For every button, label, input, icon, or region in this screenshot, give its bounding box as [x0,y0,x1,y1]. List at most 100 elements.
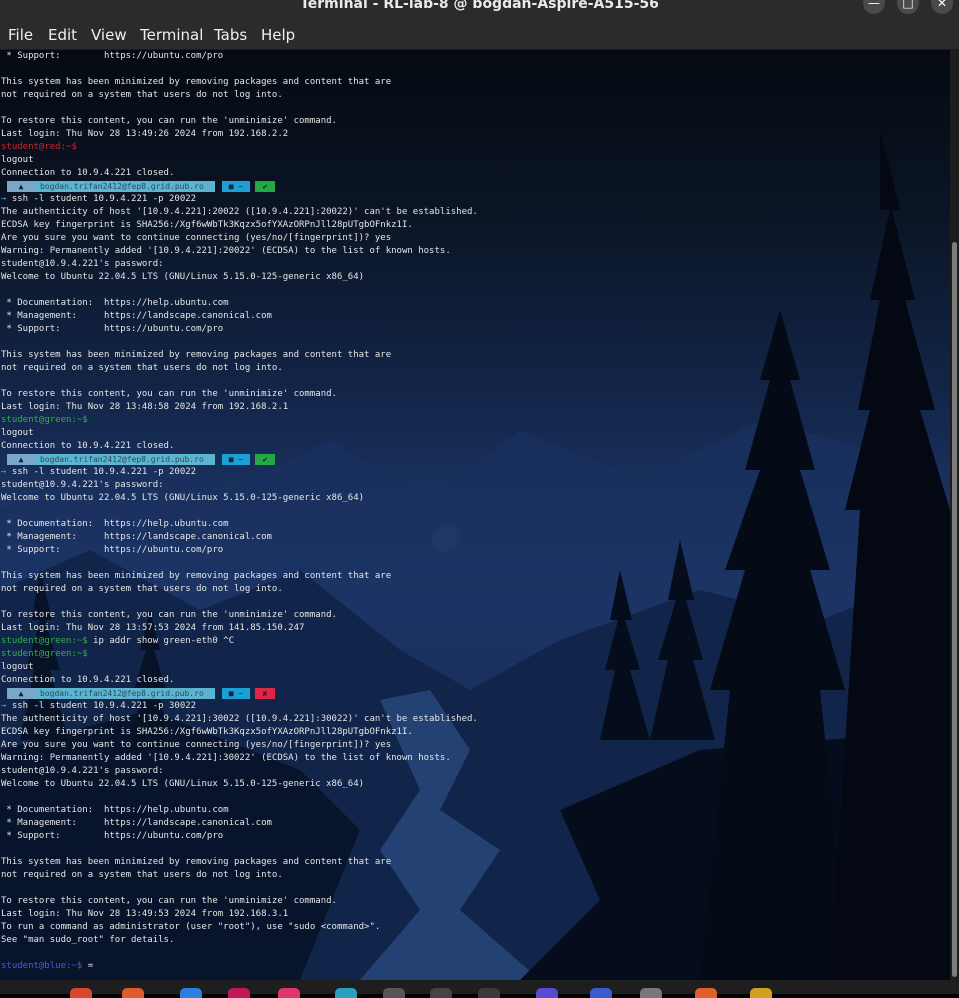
os-logo-icon: ▲ [7,688,35,699]
dock-app-icon[interactable] [430,988,452,998]
shell-prompt-line: student@red:~$ [1,141,478,154]
command-line: → ssh -l student 10.9.4.221 -p 20022 [1,193,478,206]
output-line: Connection to 10.9.4.221 closed. [1,168,175,178]
output-line: Warning: Permanently added '[10.9.4.221]… [1,246,451,256]
output-line: not required on a system that users do n… [1,363,283,373]
output-line: logout [1,428,34,438]
prompt-arrow-icon: → [1,194,12,204]
output-line: * Support: https://ubuntu.com/pro [1,51,224,61]
output-line: To restore this content, you can run the… [1,116,337,126]
menu-help[interactable]: Help [261,26,295,44]
output-line: ECDSA key fingerprint is SHA256:/Xgf6wWb… [1,727,413,737]
os-logo-icon: ▲ [7,454,35,465]
folder-icon: ■ [228,455,239,464]
output-line: Last login: Thu Nov 28 13:48:58 2024 fro… [1,402,289,412]
output-line: Welcome to Ubuntu 22.04.5 LTS (GNU/Linux… [1,272,365,282]
window-title: Terminal - RL-lab-8 @ bogdan-Aspire-A515… [300,0,659,12]
command-text: ssh -l student 10.9.4.221 -p 30022 [11,701,197,711]
menu-view[interactable]: View [91,26,127,44]
status-ok-icon: ✔ [255,454,275,465]
output-line: Are you sure you want to continue connec… [1,233,392,243]
dock-app-icon[interactable] [536,988,558,998]
output-line: not required on a system that users do n… [1,584,283,594]
output-line: student@10.9.4.221's password: [1,766,164,776]
directory-label: ~ [238,182,244,191]
powerline-user-host: bogdan.trifan2412@fep8.grid.pub.ro [35,181,215,192]
shell-prompt-line: student@green:~$ [1,414,478,427]
powerline-user-host: bogdan.trifan2412@fep8.grid.pub.ro [35,454,215,465]
output-line: student@10.9.4.221's password: [1,259,164,269]
output-line: See "man sudo_root" for details. [1,935,175,945]
output-line: * Documentation: https://help.ubuntu.com [1,298,229,308]
output-line: student@10.9.4.221's password: [1,480,164,490]
powerline-prompt: ▲ bogdan.trifan2412@fep8.grid.pub.ro ■ ~ ✘ [1,687,478,700]
output-line: * Management: https://landscape.canonica… [1,532,272,542]
scrollbar-thumb[interactable] [952,242,957,977]
output-line: logout [1,662,34,672]
dock-app-icon[interactable] [478,988,500,998]
folder-icon: ■ [228,689,239,698]
output-line: Last login: Thu Nov 28 13:49:26 2024 fro… [1,129,289,139]
shell-prompt: student@green:~$ [1,649,88,659]
output-line: This system has been minimized by removi… [1,77,392,87]
os-logo-icon: ▲ [7,181,35,192]
menu-file[interactable]: File [8,26,33,44]
prompt-arrow-icon: → [1,467,12,477]
dock-app-icon[interactable] [180,988,202,998]
powerline-directory: ■ ~ [222,181,250,192]
dock-app-icon[interactable] [383,988,405,998]
status-fail-icon: ✘ [255,688,275,699]
output-line: * Management: https://landscape.canonica… [1,818,272,828]
command-line: → ssh -l student 10.9.4.221 -p 30022 [1,700,478,713]
dock-app-icon[interactable] [228,988,250,998]
output-line: Last login: Thu Nov 28 13:57:53 2024 fro… [1,623,305,633]
output-line: * Documentation: https://help.ubuntu.com [1,805,229,815]
output-line: Are you sure you want to continue connec… [1,740,392,750]
powerline-prompt: ▲ bogdan.trifan2412@fep8.grid.pub.ro ■ ~ ✔ [1,180,478,193]
output-line: Last login: Thu Nov 28 13:49:53 2024 fro… [1,909,289,919]
dock-app-icon[interactable] [695,988,717,998]
status-ok-icon: ✔ [255,181,275,192]
shell-prompt-line: student@green:~$ [1,648,478,661]
terminal-area[interactable]: * Support: https://ubuntu.com/pro This sy… [0,50,950,980]
powerline-directory: ■ ~ [222,688,250,699]
output-line: logout [1,155,34,165]
folder-icon: ■ [228,182,239,191]
output-line: * Management: https://landscape.canonica… [1,311,272,321]
dock-app-icon[interactable] [640,988,662,998]
output-line: ECDSA key fingerprint is SHA256:/Xgf6wWb… [1,220,413,230]
menu-tabs[interactable]: Tabs [214,26,247,44]
menu-terminal[interactable]: Terminal [140,26,203,44]
output-line: This system has been minimized by removi… [1,857,392,867]
shell-prompt-line: student@green:~$ ip addr show green-eth0… [1,635,478,648]
output-line: * Support: https://ubuntu.com/pro [1,324,224,334]
dock-app-icon[interactable] [335,988,357,998]
output-line: To run a command as administrator (user … [1,922,381,932]
dock-app-icon[interactable] [750,988,772,998]
dock-app-icon[interactable] [590,988,612,998]
shell-prompt: student@blue:~$ [1,961,83,971]
dock-app-icon[interactable] [70,988,92,998]
output-line: * Support: https://ubuntu.com/pro [1,545,224,555]
dock-app-icon[interactable] [278,988,300,998]
powerline-prompt: ▲ bogdan.trifan2412@fep8.grid.pub.ro ■ ~ ✔ [1,453,478,466]
command-line: → ssh -l student 10.9.4.221 -p 20022 [1,466,478,479]
dock-app-icon[interactable] [122,988,144,998]
menu-bar: File Edit View Terminal Tabs Help [0,18,959,50]
command-text: ssh -l student 10.9.4.221 -p 20022 [11,467,197,477]
directory-label: ~ [238,689,244,698]
output-line: The authenticity of host '[10.9.4.221]:2… [1,207,478,217]
directory-label: ~ [238,455,244,464]
terminal-scrollbar[interactable] [950,50,959,980]
menu-edit[interactable]: Edit [48,26,77,44]
output-line: * Documentation: https://help.ubuntu.com [1,519,229,529]
